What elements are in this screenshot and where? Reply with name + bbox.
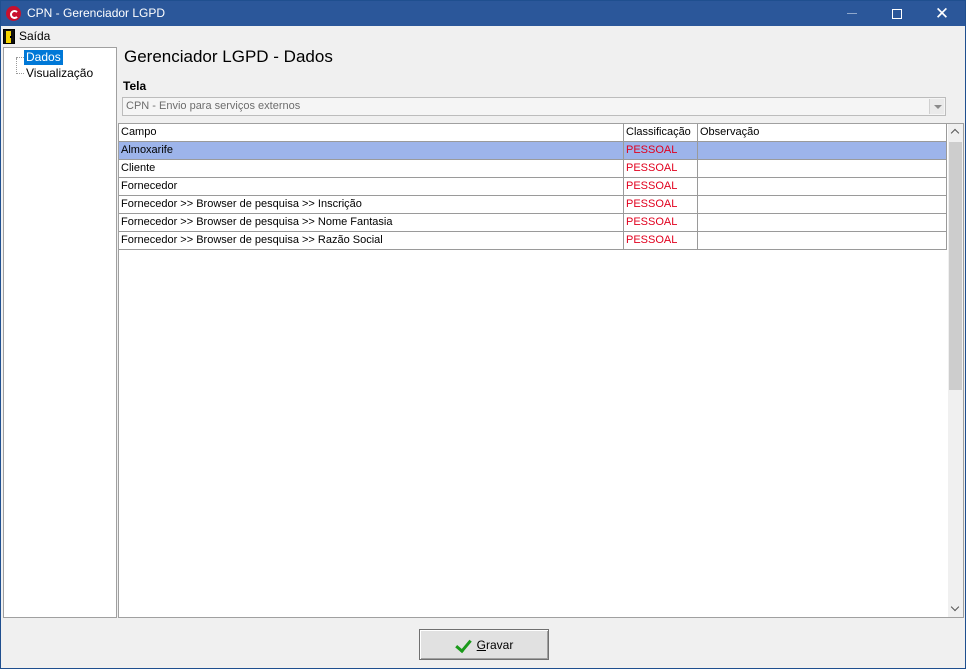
cell-observacao[interactable] — [698, 232, 947, 249]
cell-classificacao[interactable]: PESSOAL — [624, 214, 698, 231]
table-row[interactable]: Cliente PESSOAL — [119, 160, 947, 178]
table-row[interactable]: Fornecedor >> Browser de pesquisa >> Raz… — [119, 232, 947, 250]
tela-select[interactable]: CPN - Envio para serviços externos — [122, 97, 946, 116]
cell-campo[interactable]: Fornecedor >> Browser de pesquisa >> Nom… — [119, 214, 624, 231]
table-row[interactable]: Almoxarife PESSOAL — [119, 142, 947, 160]
chevron-down-icon[interactable] — [929, 99, 944, 114]
cell-observacao[interactable] — [698, 214, 947, 231]
save-button-label: Gravar — [476, 637, 514, 652]
cpn-logo-icon — [6, 6, 21, 21]
checkmark-icon — [455, 637, 471, 653]
close-button[interactable]: ✕ — [919, 1, 965, 26]
vertical-scrollbar[interactable] — [948, 124, 963, 617]
cell-observacao[interactable] — [698, 160, 947, 177]
minimize-icon — [847, 13, 857, 14]
data-grid: Campo Classificação Observação Almoxarif… — [118, 123, 964, 618]
cell-observacao[interactable] — [698, 196, 947, 213]
cell-campo[interactable]: Almoxarife — [119, 142, 624, 159]
cell-classificacao[interactable]: PESSOAL — [624, 232, 698, 249]
cell-campo[interactable]: Cliente — [119, 160, 624, 177]
cell-classificacao[interactable]: PESSOAL — [624, 196, 698, 213]
exit-door-icon — [3, 28, 15, 44]
tree-connector — [16, 57, 24, 58]
tree-connector — [16, 58, 17, 74]
close-icon: ✕ — [934, 3, 950, 23]
scroll-down-icon[interactable] — [948, 600, 963, 617]
menu-exit-label: Saída — [19, 29, 51, 43]
tree-connector — [16, 73, 24, 74]
column-header-observacao[interactable]: Observação — [698, 124, 947, 141]
minimize-button[interactable] — [829, 1, 875, 26]
scroll-up-icon[interactable] — [948, 124, 963, 141]
maximize-button[interactable] — [874, 1, 920, 26]
page-title: Gerenciador LGPD - Dados — [124, 47, 333, 66]
maximize-icon — [892, 8, 902, 19]
tree-item-dados[interactable]: Dados — [24, 50, 63, 65]
cell-classificacao[interactable]: PESSOAL — [624, 178, 698, 195]
tree-item-visualizacao[interactable]: Visualização — [24, 66, 95, 81]
cell-classificacao[interactable]: PESSOAL — [624, 142, 698, 159]
menu-bar: Saída — [1, 26, 965, 46]
table-row[interactable]: Fornecedor PESSOAL — [119, 178, 947, 196]
column-header-campo[interactable]: Campo — [119, 124, 624, 141]
tela-label: Tela — [123, 79, 147, 93]
cell-classificacao[interactable]: PESSOAL — [624, 160, 698, 177]
column-header-classificacao[interactable]: Classificação — [624, 124, 698, 141]
app-window: CPN - Gerenciador LGPD ✕ Saída Dados Vis… — [0, 0, 966, 669]
window-title: CPN - Gerenciador LGPD — [27, 6, 166, 20]
cell-observacao[interactable] — [698, 142, 947, 159]
table-row[interactable]: Fornecedor >> Browser de pesquisa >> Nom… — [119, 214, 947, 232]
table-row[interactable]: Fornecedor >> Browser de pesquisa >> Ins… — [119, 196, 947, 214]
tela-select-value: CPN - Envio para serviços externos — [126, 100, 301, 112]
scroll-thumb[interactable] — [949, 142, 962, 390]
grid-header: Campo Classificação Observação — [119, 124, 947, 142]
cell-campo[interactable]: Fornecedor >> Browser de pesquisa >> Ins… — [119, 196, 624, 213]
cell-campo[interactable]: Fornecedor >> Browser de pesquisa >> Raz… — [119, 232, 624, 249]
cell-campo[interactable]: Fornecedor — [119, 178, 624, 195]
menu-exit[interactable]: Saída — [3, 27, 50, 45]
navigation-tree: Dados Visualização — [3, 47, 117, 618]
title-bar[interactable]: CPN - Gerenciador LGPD ✕ — [1, 1, 965, 26]
cell-observacao[interactable] — [698, 178, 947, 195]
save-button[interactable]: Gravar — [419, 629, 549, 660]
